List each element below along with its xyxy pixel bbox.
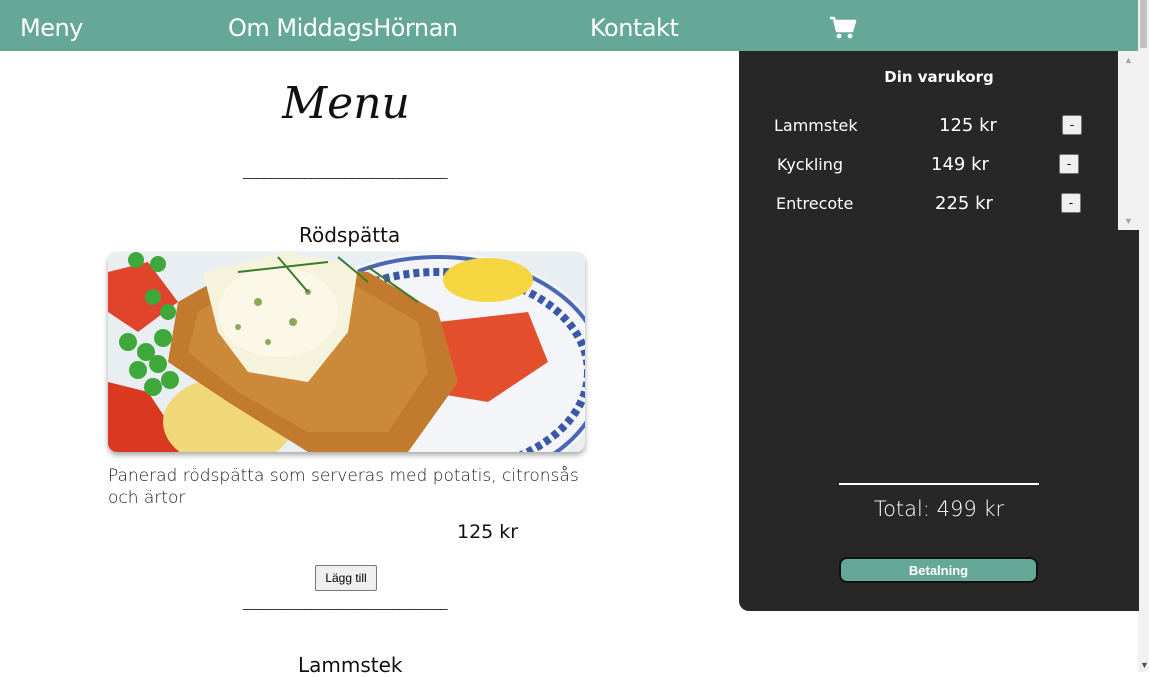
shopping-cart-icon[interactable] xyxy=(829,15,857,41)
scroll-down-arrow-icon[interactable]: ▼ xyxy=(1124,216,1133,226)
menu-title: Menu xyxy=(282,78,410,129)
remove-item-button[interactable]: - xyxy=(1061,193,1081,213)
page-scrollbar-thumb[interactable] xyxy=(1140,0,1147,48)
cart-scrollbar[interactable]: ▲ ▼ xyxy=(1118,51,1139,230)
dish-name: Rödspätta xyxy=(299,223,401,247)
dish-description: Panerad rödspätta som serveras med potat… xyxy=(108,466,579,508)
top-navbar: Meny Om MiddagsHörnan Kontakt xyxy=(0,0,1138,51)
scroll-up-arrow-icon[interactable]: ▲ xyxy=(1124,55,1133,65)
scroll-down-arrow-icon[interactable]: ▼ xyxy=(1140,660,1149,670)
cart-total-divider xyxy=(839,483,1039,485)
cart-item-name: Entrecote xyxy=(776,194,854,213)
remove-item-button[interactable]: - xyxy=(1062,115,1082,135)
dish-price: 125 kr xyxy=(457,521,519,543)
cart-item-name: Kyckling xyxy=(777,155,844,174)
cart-item-price: 149 kr xyxy=(931,154,989,175)
nav-link-kontakt[interactable]: Kontakt xyxy=(590,14,679,42)
cart-title: Din varukorg xyxy=(884,68,994,86)
remove-item-button[interactable]: - xyxy=(1059,154,1079,174)
divider: ______________________________ xyxy=(243,594,448,610)
nav-link-om-middagshornan[interactable]: Om MiddagsHörnan xyxy=(228,14,458,42)
cart-total: Total: 499 kr xyxy=(873,497,1005,521)
nav-link-meny[interactable]: Meny xyxy=(20,14,83,42)
dish-image-rodspatta xyxy=(108,252,585,452)
checkout-button[interactable]: Betalning xyxy=(839,557,1038,583)
dish-name: Lammstek xyxy=(298,653,403,677)
page-scrollbar[interactable]: ▼ xyxy=(1138,0,1149,672)
add-to-cart-button[interactable]: Lägg till xyxy=(315,565,377,591)
cart-panel: Din varukorg Lammstek 125 kr - Kyckling … xyxy=(739,51,1139,611)
cart-item-price: 225 kr xyxy=(935,193,993,214)
cart-item-price: 125 kr xyxy=(939,115,997,136)
cart-item-name: Lammstek xyxy=(774,116,858,135)
divider: ______________________________ xyxy=(243,163,448,179)
